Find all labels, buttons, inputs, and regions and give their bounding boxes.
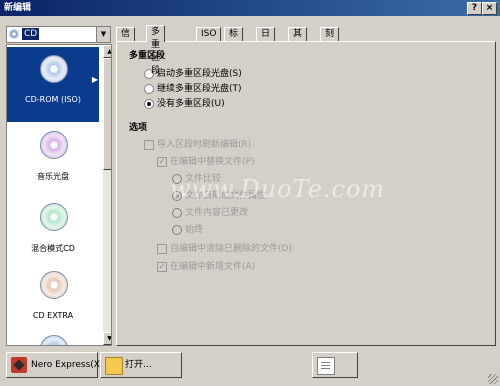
list-item-mixed-mode-cd[interactable]: 混合模式CD (7, 195, 99, 270)
open-button[interactable]: 打开... (100, 352, 182, 378)
nero-icon (11, 357, 27, 373)
new-document-icon (317, 357, 335, 375)
disc-icon (9, 29, 19, 39)
list-item-label: CD EXTRA (32, 311, 74, 320)
folder-open-icon (105, 357, 123, 375)
radio-label: 文件内容已更改 (185, 208, 249, 218)
project-type-list: CD-ROM (ISO) ▶ 音乐光盘 混合模式CD CD EXTRA ▲ ▼ (6, 44, 112, 346)
watermark: www.DuoTe.com (170, 175, 386, 203)
sidebar-scrollbar[interactable]: ▲ ▼ (103, 45, 111, 345)
tab-info[interactable]: 信息 (116, 27, 136, 52)
tab-date[interactable]: 日期 (256, 27, 276, 52)
resize-grip[interactable] (488, 374, 498, 384)
checkbox[interactable]: ✓ (157, 262, 167, 272)
button-label: 打开... (125, 360, 152, 370)
radio-button[interactable] (172, 208, 182, 218)
close-button[interactable]: × (482, 2, 497, 15)
list-item-partial[interactable] (7, 327, 99, 345)
tab-iso[interactable]: ISO (196, 27, 222, 41)
checkbox-label: 导入区段时刷新编辑(R) (157, 140, 252, 150)
checkbox-label: 自编辑中清除已删除的文件(D) (170, 244, 292, 254)
list-item-cd-rom-iso[interactable]: CD-ROM (ISO) ▶ (7, 47, 99, 122)
scroll-up-button[interactable]: ▲ (103, 45, 111, 58)
tab-misc[interactable]: 其它 (288, 27, 308, 52)
tab-label[interactable]: 标签 (224, 27, 244, 52)
list-item-label: CD-ROM (ISO) (25, 95, 81, 104)
disc-type-select[interactable]: CD ▼ (6, 26, 111, 43)
options-heading: 选项 (129, 123, 148, 133)
new-button[interactable] (312, 352, 358, 378)
checkbox-label: 在编辑中新增文件(A) (170, 262, 256, 272)
window-title: 新编辑 (4, 3, 32, 13)
radio-label: 继续多重区段光盘(T) (157, 84, 242, 94)
tab-burn[interactable]: 刻录 (320, 27, 340, 52)
radio-label: 启动多重区段光盘(S) (157, 69, 242, 79)
scroll-down-button[interactable]: ▼ (103, 332, 111, 345)
radio-button[interactable] (172, 225, 182, 235)
list-item-audio-cd[interactable]: 音乐光盘 (7, 123, 99, 198)
radio-button[interactable] (144, 99, 154, 109)
help-button[interactable]: ? (467, 2, 482, 15)
checkbox-label: 在编辑中替换文件(P) (170, 157, 255, 167)
caret-right-icon: ▶ (91, 75, 98, 84)
nero-express-button[interactable]: Nero Express(X) (6, 352, 103, 378)
chevron-down-icon[interactable]: ▼ (96, 27, 110, 42)
cd-extra-icon (40, 271, 68, 299)
radio-button[interactable] (144, 84, 154, 94)
radio-label: 始终 (185, 225, 204, 235)
radio-label: 没有多重区段(U) (157, 99, 225, 109)
list-item-label: 混合模式CD (31, 244, 75, 253)
cd-icon (40, 335, 68, 345)
button-label: Nero Express(X) (31, 360, 104, 370)
cd-rom-icon (40, 55, 68, 83)
checkbox[interactable] (157, 244, 167, 254)
title-bar: 新编辑 ? × (0, 0, 500, 16)
disc-type-value: CD (22, 28, 40, 40)
checkbox[interactable] (144, 140, 154, 150)
scroll-thumb[interactable] (103, 58, 111, 170)
bottom-button-bar: Nero Express(X) 打开... (0, 346, 500, 386)
list-item-label: 音乐光盘 (37, 172, 69, 181)
checkbox[interactable]: ✓ (157, 157, 167, 167)
mixed-mode-cd-icon (40, 203, 68, 231)
audio-cd-icon (40, 131, 68, 159)
tab-multisession[interactable]: 多重区段 (146, 25, 166, 76)
